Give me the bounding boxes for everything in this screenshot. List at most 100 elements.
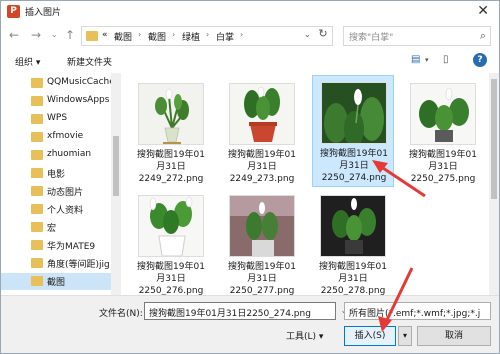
file-tile[interactable]: 搜狗截图19年01 月31日 2250_278.png	[312, 189, 394, 295]
recent-chevron-icon[interactable]: ⌄	[51, 30, 58, 39]
sidebar-item-label: 宏	[47, 224, 57, 234]
sidebar-item[interactable]: 角度(等间距)jig	[1, 255, 111, 272]
sidebar-item[interactable]: 宏	[1, 219, 111, 236]
sidebar-item-label: 角度(等间距)jig	[47, 260, 110, 270]
folder-icon	[86, 31, 98, 41]
breadcrumb-overflow[interactable]: «	[102, 30, 108, 40]
organize-menu-button[interactable]: 组织 ▾	[15, 55, 40, 68]
sidebar-item-label: 华为MATE9	[47, 242, 96, 252]
filename-field[interactable]: 搜狗截图19年01月31日2250_274.png	[144, 302, 336, 320]
window-title: 插入图片	[25, 8, 62, 18]
sidebar-item-label: 电影	[47, 170, 66, 180]
plant-closeup-thumbnail	[322, 83, 386, 143]
navigation-pane: QQMusicCache WindowsApps WPS xfmovie zhu…	[1, 73, 121, 295]
sidebar-item[interactable]: 华为MATE9	[1, 237, 111, 254]
file-name: 搜狗截图19年01 月31日 2249_272.png	[137, 150, 205, 184]
command-toolbar: 组织 ▾ 新建文件夹 ▤ ▾ ▯ ?	[1, 51, 499, 71]
folder-icon	[31, 168, 43, 178]
folder-icon	[31, 240, 43, 250]
folder-icon	[31, 78, 43, 88]
plant-in-red-pot-thumbnail	[230, 84, 294, 144]
image-thumbnail	[410, 83, 476, 145]
sidebar-item[interactable]: WindowsApps	[1, 93, 111, 110]
folder-icon	[31, 96, 43, 106]
folder-icon	[31, 114, 43, 124]
file-name: 搜狗截图19年01 月31日 2250_276.png	[137, 262, 205, 295]
sidebar-scrollbar-thumb[interactable]	[113, 136, 119, 196]
file-type-select[interactable]: 所有图片(*.emf;*.wmf;*.jpg;*.j	[344, 302, 491, 320]
powerpoint-icon: P	[7, 5, 20, 18]
tools-menu-button[interactable]: 工具(L) ▾	[286, 329, 323, 342]
plant-in-white-pot-thumbnail	[139, 196, 203, 256]
image-thumbnail	[229, 83, 295, 145]
title-bar: P 插入图片 ✕	[1, 1, 499, 23]
folder-icon	[31, 276, 43, 286]
sidebar-item-label: 个人资料	[47, 206, 84, 216]
search-icon: ⌕	[479, 29, 486, 42]
folder-icon	[31, 258, 43, 268]
image-thumbnail	[229, 195, 295, 257]
plant-in-pot-thumbnail	[411, 84, 475, 144]
file-name: 搜狗截图19年01 月31日 2250_278.png	[319, 262, 387, 295]
insert-dropdown-icon[interactable]: ▾	[398, 326, 412, 346]
folder-icon	[31, 132, 43, 142]
sidebar-item[interactable]: QQMusicCache	[1, 75, 111, 92]
insert-picture-dialog: P 插入图片 ✕ ← → ⌄ ↑ « 截图 › 截图 › 绿植 › 白掌 › ⌄…	[0, 0, 500, 354]
folder-icon	[31, 222, 43, 232]
sidebar-item-label: WPS	[47, 113, 68, 123]
insert-button[interactable]: 插入(S)	[344, 326, 396, 346]
file-tile[interactable]: 搜狗截图19年01 月31日 2249_273.png	[221, 77, 303, 189]
preview-pane-icon[interactable]: ▯	[443, 54, 449, 65]
sidebar-item[interactable]: 电影	[1, 165, 111, 182]
sidebar-item-label: xfmovie	[47, 131, 84, 141]
up-arrow-icon[interactable]: ↑	[65, 28, 75, 42]
file-list: 搜狗截图19年01 月31日 2249_272.png 搜狗截图19年01 月3…	[122, 73, 488, 295]
search-input[interactable]: 搜索"白掌" ⌕	[343, 26, 491, 46]
file-name: 搜狗截图19年01 月31日 2250_274.png	[320, 149, 388, 183]
filename-label: 文件名(N):	[99, 309, 143, 319]
image-thumbnail	[320, 195, 386, 257]
address-bar[interactable]: « 截图 › 截图 › 绿植 › 白掌 › ⌄ ↻	[81, 26, 333, 46]
file-list-scrollbar-thumb[interactable]	[491, 79, 497, 199]
file-tile-selected[interactable]: 搜狗截图19年01 月31日 2250_274.png	[312, 75, 394, 187]
folder-icon	[31, 186, 43, 196]
help-icon[interactable]: ?	[473, 53, 487, 67]
dialog-footer: 文件名(N): 搜狗截图19年01月31日2250_274.png ⌄ 所有图片…	[1, 295, 499, 353]
sidebar-item[interactable]: 个人资料	[1, 201, 111, 218]
image-thumbnail	[138, 83, 204, 145]
breadcrumb-separator-icon[interactable]: ›	[172, 30, 175, 39]
file-tile[interactable]: 搜狗截图19年01 月31日 2249_272.png	[130, 77, 212, 189]
breadcrumb-separator-icon[interactable]: ›	[138, 30, 141, 39]
file-tile[interactable]: 搜狗截图19年01 月31日 2250_277.png	[221, 189, 303, 295]
close-icon[interactable]: ✕	[477, 3, 489, 19]
navigation-row: ← → ⌄ ↑ « 截图 › 截图 › 绿植 › 白掌 › ⌄ ↻ 搜索"白掌"…	[1, 23, 499, 49]
breadcrumb-item[interactable]: 白掌	[216, 30, 234, 43]
sidebar-item[interactable]: 动态图片	[1, 183, 111, 200]
view-dropdown-icon[interactable]: ▾	[425, 56, 429, 64]
search-placeholder: 搜索"白掌"	[349, 33, 394, 43]
sidebar-item-label: WindowsApps	[47, 95, 110, 105]
refresh-icon[interactable]: ↻	[316, 27, 330, 47]
file-tile[interactable]: 搜狗截图19年01 月31日 2250_275.png	[402, 77, 484, 189]
cancel-button[interactable]: 取消	[417, 326, 491, 346]
breadcrumb-separator-icon[interactable]: ›	[206, 30, 209, 39]
back-arrow-icon[interactable]: ←	[9, 28, 19, 42]
breadcrumb-item[interactable]: 截图	[148, 30, 166, 43]
sidebar-item[interactable]: WPS	[1, 111, 111, 128]
view-options-icon[interactable]: ▤	[411, 54, 420, 65]
file-tile[interactable]: 搜狗截图19年01 月31日 2250_276.png	[130, 189, 212, 295]
breadcrumb-item[interactable]: 绿植	[182, 30, 200, 43]
sidebar-item-label: 动态图片	[47, 188, 84, 198]
sidebar-item-label: zhuomian	[47, 149, 92, 159]
breadcrumb-separator-icon[interactable]: ›	[240, 30, 243, 39]
sidebar-item[interactable]: xfmovie	[1, 129, 111, 146]
folder-icon	[31, 150, 43, 160]
breadcrumb-item[interactable]: 截图	[114, 30, 132, 43]
address-dropdown-icon[interactable]: ⌄	[304, 30, 311, 39]
new-folder-button[interactable]: 新建文件夹	[67, 55, 112, 68]
plant-indoor-thumbnail	[230, 196, 294, 256]
sidebar-item-selected[interactable]: 截图	[1, 273, 111, 290]
image-thumbnail	[138, 195, 204, 257]
forward-arrow-icon[interactable]: →	[31, 28, 41, 42]
sidebar-item[interactable]: zhuomian	[1, 147, 111, 164]
